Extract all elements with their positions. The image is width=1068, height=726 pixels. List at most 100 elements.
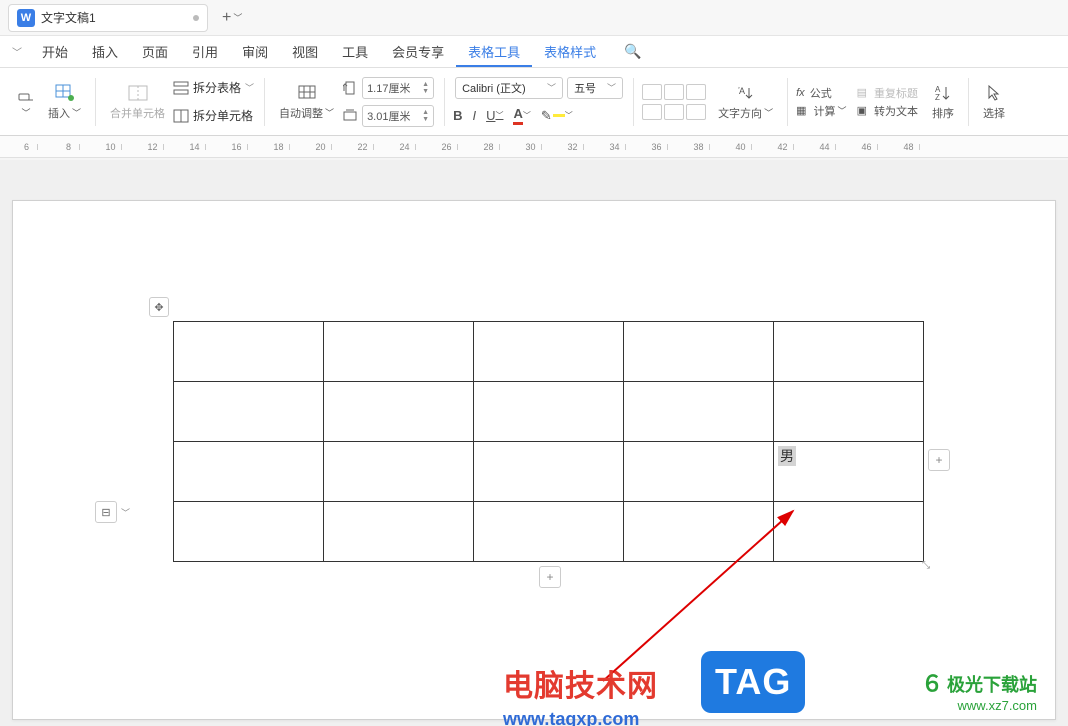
new-tab-button[interactable]: + ﹀ [216,5,248,31]
chevron-down-icon: ﹀ [233,11,242,24]
tab-modified-dot-icon [193,15,199,21]
split-table-button[interactable]: 拆分表格﹀ [171,75,256,101]
row-options-icon: ⊟ [95,501,117,523]
add-column-button[interactable]: + [928,449,950,471]
highlight-color-button[interactable]: ✎﹀ [541,108,573,124]
underline-button[interactable]: U﹀ [486,108,503,123]
menu-item-7[interactable]: 会员专享 [380,36,456,67]
cell-text: 男 [778,446,796,466]
menu-item-8[interactable]: 表格工具 [456,36,532,67]
split-table-icon [173,80,189,96]
col-width-icon [342,106,358,126]
table-row [174,502,924,562]
table-cell[interactable] [624,322,774,382]
row-height-input[interactable]: 1.17厘米▲▼ [362,77,434,99]
menu-item-0[interactable]: 开始 [30,36,80,67]
word-badge-icon: W [17,9,35,27]
font-color-button[interactable]: A﹀ [513,106,530,125]
table-cell[interactable] [324,322,474,382]
row-height-icon [342,78,358,98]
italic-button[interactable]: I [472,108,476,123]
add-row-button[interactable]: + [539,566,561,588]
table-cell[interactable] [774,502,924,562]
table-cell[interactable] [324,442,474,502]
document-tab[interactable]: W 文字文稿1 [8,4,208,32]
insert-table-icon [55,83,75,103]
auto-adjust-button[interactable]: 自动调整﹀ [273,81,340,123]
document-page[interactable]: ⊟ ﹀ ✥ 男 + + ⤡ 电脑技术网 www.tagxp.com TAG ６极… [12,200,1056,720]
align-mid-left[interactable] [642,104,662,120]
document-canvas: ⊟ ﹀ ✥ 男 + + ⤡ 电脑技术网 www.tagxp.com TAG ６极… [0,160,1068,726]
table-cell[interactable] [474,322,624,382]
menu-item-5[interactable]: 视图 [280,36,330,67]
table-cell[interactable] [174,502,324,562]
table-cell[interactable] [774,382,924,442]
tag-badge: TAG [701,651,805,713]
table-cell[interactable] [174,442,324,502]
ribbon-toolbar: ﹀ 插入﹀ 合并单元格 拆分表格﹀ 拆分单元格 自动调整﹀ [0,68,1068,136]
cursor-icon [984,83,1004,103]
insert-button[interactable]: 插入﹀ [42,81,87,123]
table-cell[interactable] [474,442,624,502]
table-cell[interactable] [774,322,924,382]
menu-item-4[interactable]: 审阅 [230,36,280,67]
table-cell[interactable] [324,382,474,442]
calculate-button[interactable]: ▦ 计算﹀ [796,103,846,119]
table-move-handle[interactable]: ✥ [149,297,169,317]
align-mid-center[interactable] [664,104,684,120]
menu-item-1[interactable]: 插入 [80,36,130,67]
table-resize-handle[interactable]: ⤡ [922,560,934,572]
text-direction-button[interactable]: ͐A 文字方向﹀ [712,81,779,123]
formula-button[interactable]: fx fx 公式公式 [796,85,846,101]
menu-overflow-left[interactable]: ﹀ [6,44,28,59]
table-cell[interactable] [624,382,774,442]
alignment-grid-bottom [642,104,706,120]
table-row: 男 [174,442,924,502]
align-top-right[interactable] [686,84,706,100]
table-row [174,322,924,382]
sort-icon: AZ [933,83,953,103]
menu-item-6[interactable]: 工具 [330,36,380,67]
select-button[interactable]: 选择 [977,81,1011,123]
title-bar: W 文字文稿1 + ﹀ [0,0,1068,36]
align-top-left[interactable] [642,84,662,100]
text-direction-icon: ͐A [736,83,756,103]
table-cell[interactable] [174,322,324,382]
search-icon[interactable]: 🔍 [624,43,641,60]
watermark-xz7: ６极光下载站 www.xz7.com [921,666,1037,713]
table-cell[interactable] [474,502,624,562]
highlight-icon: ✎ [541,108,552,124]
document-table[interactable]: 男 [173,321,924,562]
svg-text:Z: Z [935,93,940,102]
calculator-icon: ▦ [796,104,806,117]
table-cell[interactable] [624,442,774,502]
to-text-icon: ▣ [857,104,867,117]
font-family-select[interactable]: Calibri (正文)﹀ [455,77,563,99]
delete-split-button[interactable]: ﹀ [10,82,42,121]
horizontal-ruler: 6810121416182022242628303234363840424446… [0,136,1068,158]
repeat-header-button: ▤ 重复标题 [857,85,918,101]
sort-button[interactable]: AZ 排序 [926,81,960,123]
auto-adjust-icon [297,83,317,103]
repeat-header-icon: ▤ [857,86,867,99]
menu-item-3[interactable]: 引用 [180,36,230,67]
menu-item-2[interactable]: 页面 [130,36,180,67]
table-cell[interactable] [324,502,474,562]
alignment-grid-top [642,84,706,100]
font-size-select[interactable]: 五号﹀ [567,77,623,99]
convert-to-text-button[interactable]: ▣ 转为文本 [857,103,918,119]
col-width-input[interactable]: 3.01厘米▲▼ [362,105,434,127]
table-row [174,382,924,442]
row-options-handle[interactable]: ⊟ ﹀ [95,501,130,523]
align-mid-right[interactable] [686,104,706,120]
bold-button[interactable]: B [453,108,462,123]
split-cells-button[interactable]: 拆分单元格 [171,103,256,129]
table-cell[interactable]: 男 [774,442,924,502]
eraser-icon [16,84,36,104]
table-cell[interactable] [624,502,774,562]
align-top-center[interactable] [664,84,684,100]
table-cell[interactable] [474,382,624,442]
table-cell[interactable] [174,382,324,442]
menu-item-9[interactable]: 表格样式 [532,36,608,67]
document-title: 文字文稿1 [41,9,96,26]
